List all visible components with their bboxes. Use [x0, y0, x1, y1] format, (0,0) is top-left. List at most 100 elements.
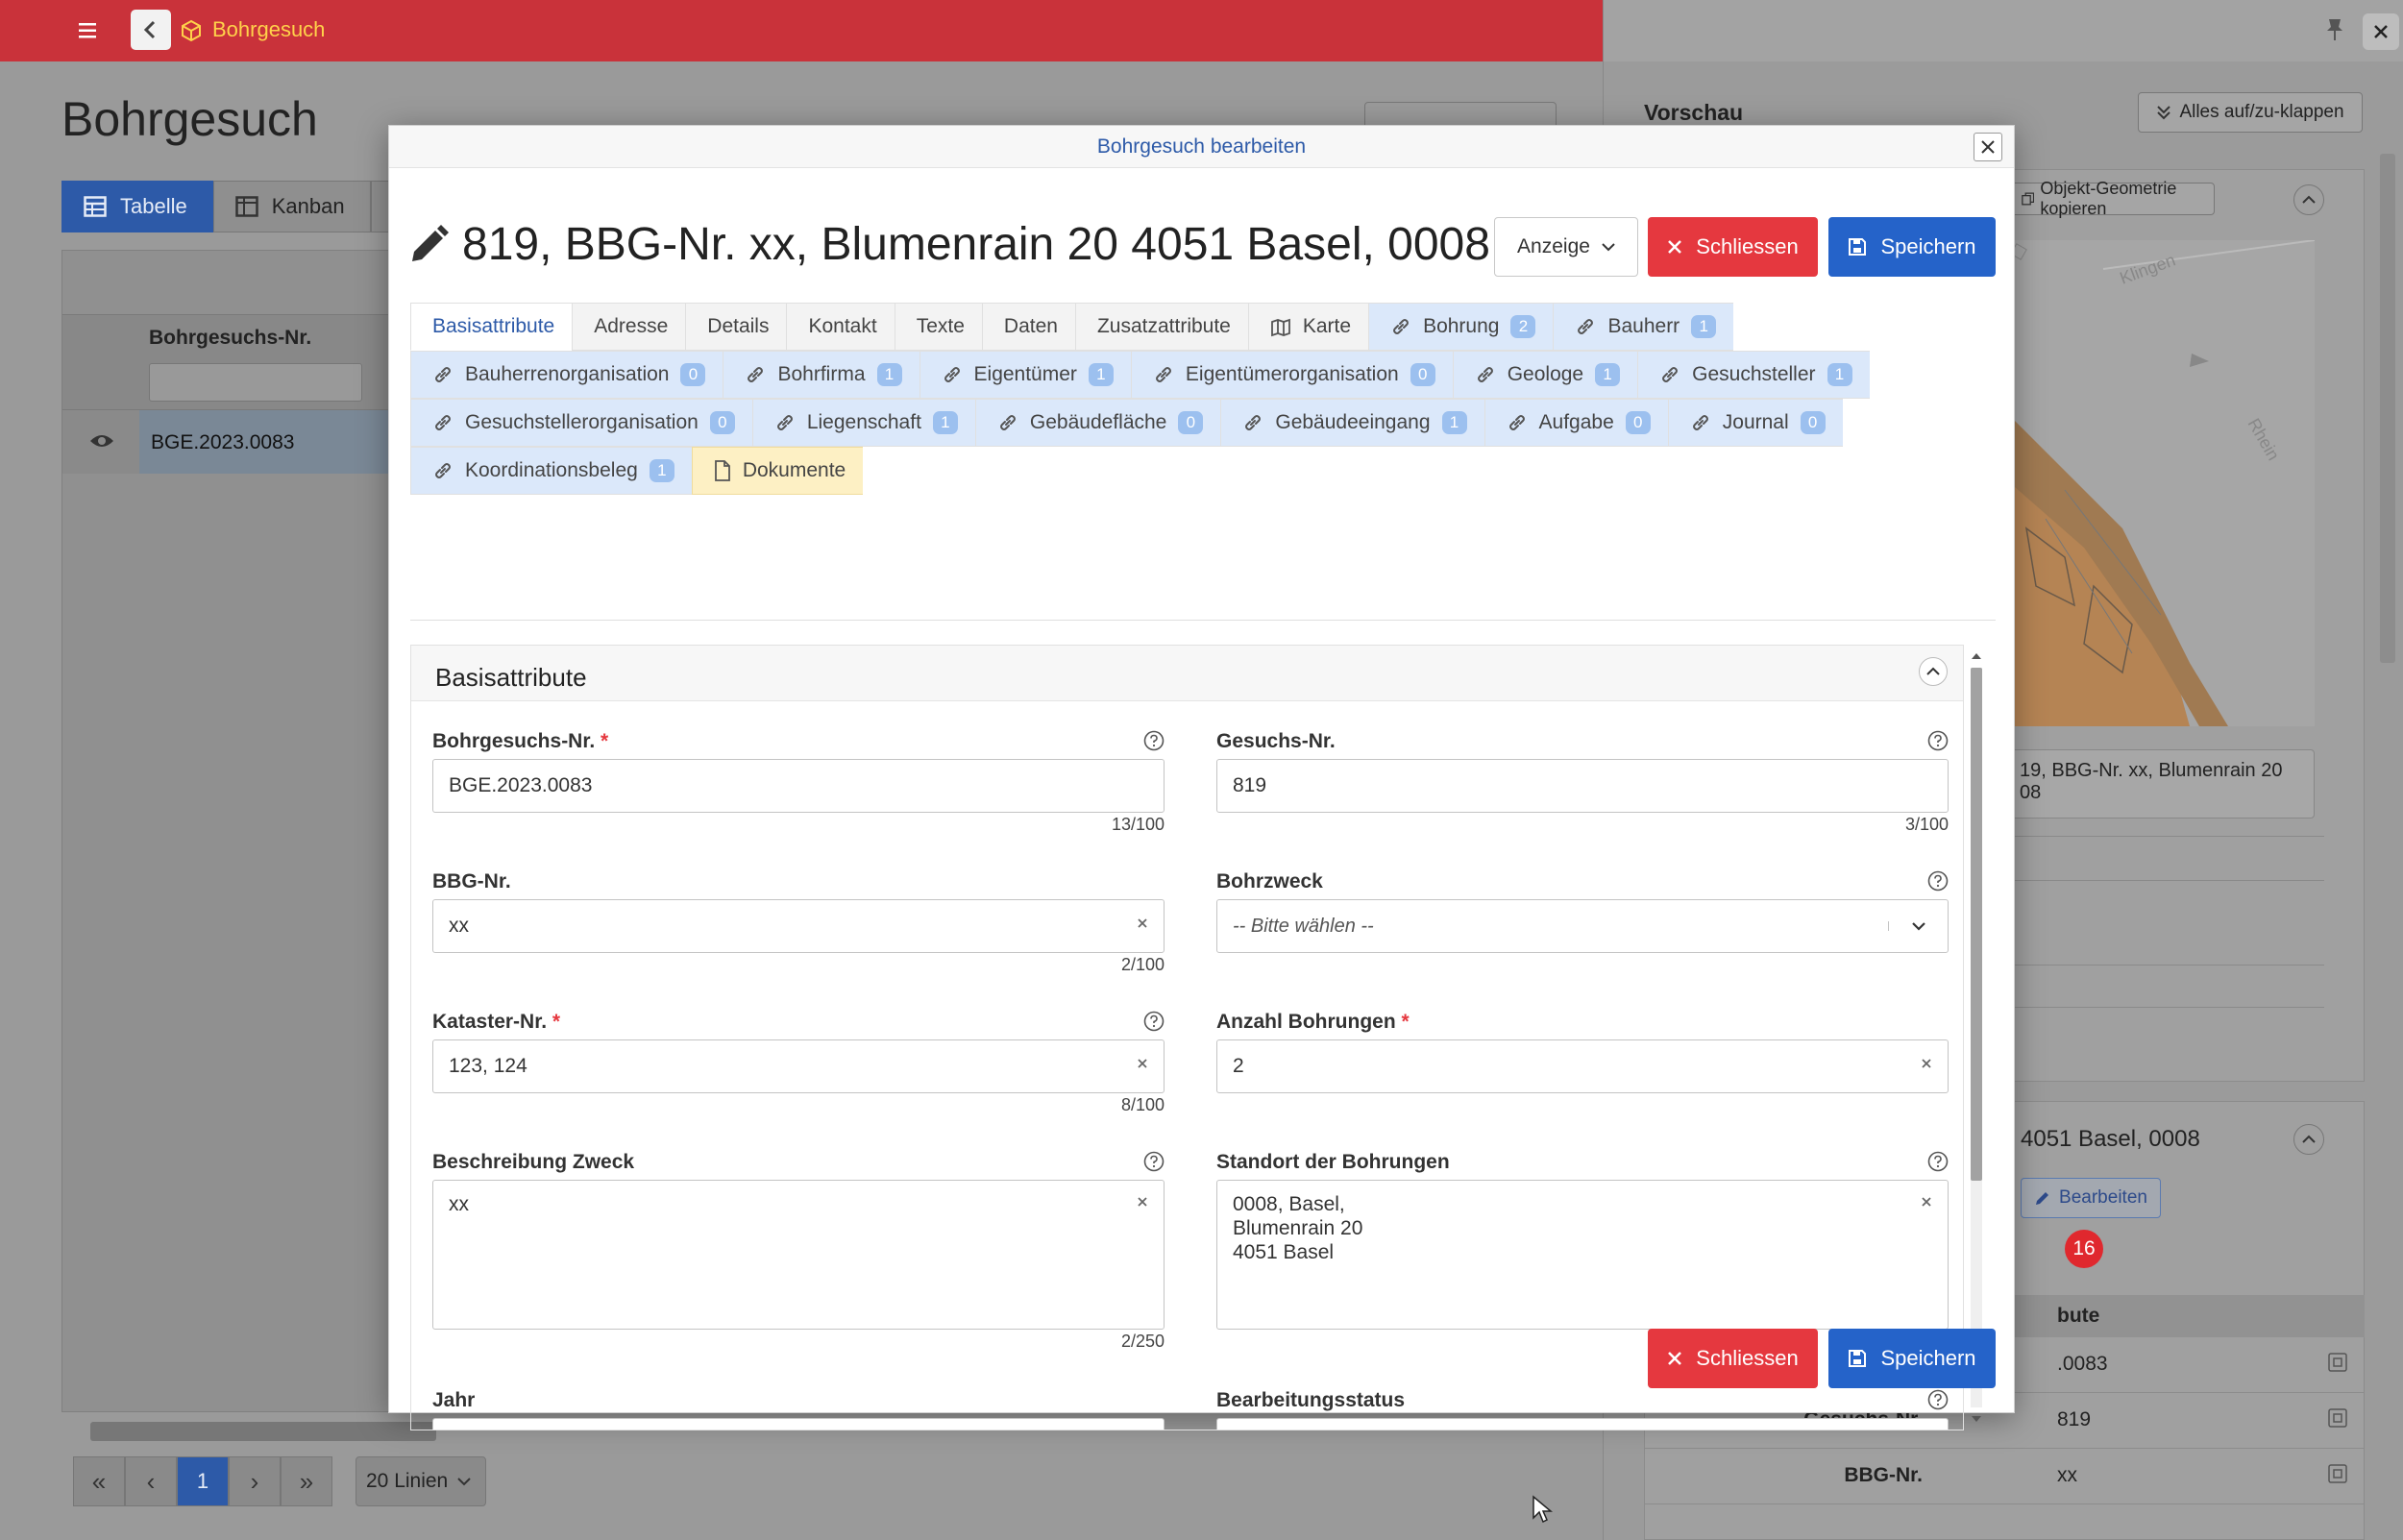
- tab-bohrfirma[interactable]: Bohrfirma 1: [723, 351, 920, 399]
- clear-icon[interactable]: [1133, 914, 1152, 933]
- tab-koordinationsbeleg[interactable]: Koordinationsbeleg 1: [410, 447, 692, 495]
- close-button-label: Schliessen: [1696, 1346, 1799, 1370]
- pin-icon[interactable]: [2324, 17, 2345, 42]
- lines-per-page-select[interactable]: 20 Linien: [356, 1456, 486, 1506]
- preview-scrollbar[interactable]: [2380, 154, 2395, 663]
- tab-gesuchsteller[interactable]: Gesuchsteller 1: [1637, 351, 1870, 399]
- tab-liegenschaft[interactable]: Liegenschaft 1: [751, 399, 975, 447]
- standort-textarea[interactable]: 0008, Basel, Blumenrain 20 4051 Basel: [1216, 1180, 1949, 1330]
- help-icon[interactable]: [1143, 1011, 1165, 1032]
- beschreibung-zweck-textarea[interactable]: xx: [432, 1180, 1165, 1330]
- anzahl-bohrungen-input[interactable]: 2: [1216, 1039, 1949, 1093]
- link-icon: [435, 463, 451, 478]
- tab-gebäudefläche[interactable]: Gebäudefläche 0: [974, 399, 1221, 447]
- scroll-down-icon[interactable]: [1967, 1409, 1986, 1429]
- tab-kanban[interactable]: Kanban: [212, 181, 371, 232]
- bohrzweck-select[interactable]: -- Bitte wählen --: [1216, 899, 1949, 953]
- clear-icon[interactable]: [1917, 1054, 1936, 1073]
- select-arrow[interactable]: [1888, 921, 1948, 931]
- tab-zusatzattribute[interactable]: Zusatzattribute: [1074, 303, 1248, 351]
- close-button-top[interactable]: Schliessen: [1648, 217, 1818, 277]
- copy-icon[interactable]: [2328, 1408, 2347, 1428]
- copy-geometry-button[interactable]: Objekt-Geometrie kopieren: [2011, 179, 2215, 218]
- last-page-button[interactable]: »: [281, 1456, 332, 1506]
- divider: [2007, 965, 2324, 966]
- tab-kontakt[interactable]: Kontakt: [786, 303, 895, 351]
- tab-count-badge: 0: [1410, 363, 1435, 386]
- char-counter: 2/100: [1120, 955, 1165, 974]
- tab-aufgabe[interactable]: Aufgabe 0: [1483, 399, 1668, 447]
- collapse-detail-card-button[interactable]: [2293, 1124, 2324, 1155]
- save-button-bottom[interactable]: Speichern: [1828, 1329, 1996, 1388]
- tab-gesuchstellerorganisation[interactable]: Gesuchstellerorganisation 0: [410, 399, 752, 447]
- tab-basisattribute[interactable]: Basisattribute: [410, 303, 573, 351]
- dialog-close-button[interactable]: [1974, 133, 2002, 161]
- tab-dokumente[interactable]: Dokumente: [691, 447, 864, 495]
- tab-bauherr[interactable]: Bauherr 1: [1553, 303, 1734, 351]
- tab-journal[interactable]: Journal 0: [1667, 399, 1843, 447]
- first-page-button[interactable]: «: [73, 1456, 125, 1506]
- tab-adresse[interactable]: Adresse: [572, 303, 686, 351]
- help-icon[interactable]: [1927, 1389, 1949, 1410]
- tab-eigentümer[interactable]: Eigentümer 1: [919, 351, 1131, 399]
- field-label: Bohrgesuchs-Nr. *: [432, 730, 1165, 759]
- help-icon[interactable]: [1927, 870, 1949, 892]
- preview-map[interactable]: Klingen Rhein: [2007, 240, 2315, 726]
- dialog-scrollbar[interactable]: [1967, 645, 1986, 1430]
- column-filter-input[interactable]: [149, 363, 362, 402]
- scroll-up-icon[interactable]: [1967, 647, 1986, 666]
- bearbeitungsstatus-select[interactable]: [1216, 1418, 1949, 1430]
- tab-label: Geologe: [1507, 363, 1584, 385]
- tab-count-badge: 0: [1800, 411, 1826, 434]
- eye-icon[interactable]: [89, 431, 114, 451]
- bbg-nr-input[interactable]: xx: [432, 899, 1165, 953]
- tab-gebäudeeingang[interactable]: Gebäudeeingang 1: [1220, 399, 1484, 447]
- field-label-text: Anzahl Bohrungen: [1216, 1011, 1396, 1033]
- scroll-thumb[interactable]: [1971, 668, 1982, 1181]
- copy-icon[interactable]: [2328, 1464, 2347, 1483]
- copy-icon[interactable]: [2328, 1353, 2347, 1372]
- lines-per-page-label: 20 Linien: [366, 1470, 449, 1492]
- jahr-input[interactable]: [432, 1418, 1165, 1430]
- tab-bohrung[interactable]: Bohrung 2: [1368, 303, 1554, 351]
- help-icon[interactable]: [1927, 1151, 1949, 1172]
- link-icon: [1692, 415, 1708, 430]
- tab-eigentümerorganisation[interactable]: Eigentümerorganisation 0: [1130, 351, 1453, 399]
- section-collapse-button[interactable]: [1919, 657, 1948, 686]
- clear-icon[interactable]: [1133, 1054, 1152, 1073]
- display-dropdown-label: Anzeige: [1517, 235, 1590, 257]
- current-page-button[interactable]: 1: [177, 1456, 229, 1506]
- menu-icon[interactable]: [75, 17, 102, 44]
- help-icon[interactable]: [1927, 730, 1949, 751]
- tab-count-badge: 0: [709, 411, 735, 434]
- help-icon[interactable]: [1143, 730, 1165, 751]
- bohrgesuchs-nr-input[interactable]: BGE.2023.0083: [432, 759, 1165, 813]
- tab-details[interactable]: Details: [685, 303, 787, 351]
- save-button-top[interactable]: Speichern: [1828, 217, 1996, 277]
- tab-daten[interactable]: Daten: [981, 303, 1075, 351]
- tab-karte[interactable]: Karte: [1247, 303, 1369, 351]
- tab-bauherrenorganisation[interactable]: Bauherrenorganisation 0: [410, 351, 723, 399]
- tab-geologe[interactable]: Geologe 1: [1452, 351, 1638, 399]
- input-value: 0008, Basel, Blumenrain 20 4051 Basel: [1233, 1193, 1363, 1263]
- next-page-button[interactable]: ›: [229, 1456, 281, 1506]
- preview-close-button[interactable]: [2363, 13, 2399, 50]
- clear-icon[interactable]: [1917, 1192, 1936, 1211]
- gesuchs-nr-input[interactable]: 819: [1216, 759, 1949, 813]
- display-dropdown[interactable]: Anzeige: [1494, 217, 1638, 277]
- copy-geometry-label: Objekt-Geometrie kopieren: [2040, 179, 2177, 218]
- preview-topbar: [1604, 0, 2403, 61]
- horizontal-scrollbar[interactable]: [90, 1422, 436, 1441]
- tab-tabelle[interactable]: Tabelle: [61, 181, 213, 232]
- back-button[interactable]: [131, 10, 171, 50]
- clear-icon[interactable]: [1133, 1192, 1152, 1211]
- expand-all-button[interactable]: Alles auf/zu-klappen: [2138, 92, 2363, 133]
- kataster-nr-input[interactable]: 123, 124: [432, 1039, 1165, 1093]
- input-value: xx: [449, 915, 469, 937]
- prev-page-button[interactable]: ‹: [125, 1456, 177, 1506]
- close-button-bottom[interactable]: Schliessen: [1648, 1329, 1818, 1388]
- help-icon[interactable]: [1143, 1151, 1165, 1172]
- tab-texte[interactable]: Texte: [894, 303, 982, 351]
- edit-button[interactable]: Bearbeiten: [2021, 1178, 2161, 1218]
- collapse-map-card-button[interactable]: [2293, 184, 2324, 215]
